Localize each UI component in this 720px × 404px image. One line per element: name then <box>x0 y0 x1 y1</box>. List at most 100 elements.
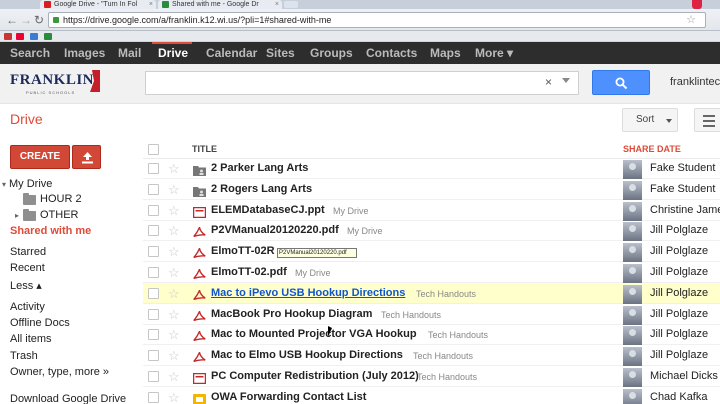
avatar <box>623 305 642 325</box>
star-icon[interactable]: ☆ <box>168 287 180 300</box>
gbar-images[interactable]: Images <box>64 42 105 64</box>
nav-shared-with-me[interactable]: Shared with me <box>10 225 91 237</box>
star-icon[interactable]: ☆ <box>168 328 180 341</box>
close-icon[interactable]: × <box>149 0 153 9</box>
file-name[interactable]: Mac to Elmo USB Hookup Directions <box>211 349 403 361</box>
search-button[interactable] <box>592 70 650 95</box>
back-icon[interactable]: ← <box>6 13 18 27</box>
file-name[interactable]: 2 Rogers Lang Arts <box>211 183 312 195</box>
nav-activity[interactable]: Activity <box>10 301 45 313</box>
gbar-calendar[interactable]: Calendar <box>206 42 257 64</box>
star-icon[interactable]: ☆ <box>168 370 180 383</box>
upload-icon <box>82 152 93 164</box>
search-options-icon[interactable] <box>562 78 570 83</box>
gbar-more[interactable]: More ▾ <box>475 42 513 64</box>
browser-tab-1[interactable]: Google Drive - "Turn In Fol × <box>40 0 156 9</box>
account-name[interactable]: franklintec <box>670 76 720 88</box>
file-name[interactable]: P2VManual20120220.pdf <box>211 224 339 236</box>
file-name[interactable]: MacBook Pro Hookup Diagram <box>211 308 372 320</box>
row-checkbox[interactable] <box>148 329 159 341</box>
ppt-file-icon <box>192 205 207 218</box>
browser-tab-strip: Google Drive - "Turn In Fol × Shared wit… <box>0 0 720 9</box>
gbar-sites[interactable]: Sites <box>266 42 295 64</box>
avatar <box>623 347 642 367</box>
file-name[interactable]: ElmoTT-02R <box>211 245 275 257</box>
select-all-checkbox[interactable] <box>148 144 159 155</box>
create-button[interactable]: CREATE <box>10 145 70 169</box>
gbar-groups[interactable]: Groups <box>310 42 353 64</box>
star-icon[interactable]: ☆ <box>168 224 180 237</box>
nav-offline-docs[interactable]: Offline Docs <box>10 317 70 329</box>
star-icon[interactable]: ☆ <box>168 391 180 404</box>
nav-starred[interactable]: Starred <box>10 246 46 258</box>
sort-button[interactable]: Sort <box>622 108 678 132</box>
row-checkbox[interactable] <box>148 225 159 237</box>
row-checkbox[interactable] <box>148 391 159 403</box>
row-checkbox[interactable] <box>148 287 159 299</box>
gbar-mail[interactable]: Mail <box>118 42 141 64</box>
bookmark-star-icon[interactable]: ☆ <box>686 13 696 26</box>
browser-tab-2[interactable]: Shared with me - Google Dr × <box>158 0 282 9</box>
address-bar[interactable]: https://drive.google.com/a/franklin.k12.… <box>48 12 706 28</box>
nav-recent[interactable]: Recent <box>10 262 45 274</box>
star-icon[interactable]: ☆ <box>168 308 180 321</box>
file-name[interactable]: Mac to iPevo USB Hookup Directions <box>211 287 405 299</box>
row-checkbox[interactable] <box>148 246 159 258</box>
owner-name: Fake Student <box>650 182 716 195</box>
search-input[interactable] <box>145 71 579 95</box>
upload-button[interactable] <box>72 145 101 169</box>
collection-label: Tech Handouts <box>416 288 477 299</box>
nav-less[interactable]: Less ▴ <box>10 279 42 292</box>
collapse-arrow-icon[interactable]: ▾ <box>2 180 6 189</box>
reload-icon[interactable]: ↻ <box>34 13 44 27</box>
bookmark-icon[interactable] <box>4 33 12 40</box>
collection-label: My Drive <box>295 268 331 278</box>
row-checkbox[interactable] <box>148 308 159 320</box>
browser-toolbar: ← → ↻ https://drive.google.com/a/frankli… <box>0 9 720 31</box>
nav-all-items[interactable]: All items <box>10 333 52 345</box>
expand-arrow-icon[interactable]: ▸ <box>15 211 19 220</box>
gbar-drive[interactable]: Drive <box>158 42 188 64</box>
bookmark-icon[interactable] <box>30 33 38 40</box>
file-name[interactable]: ELEMDatabaseCJ.ppt <box>211 204 325 216</box>
row-checkbox[interactable] <box>148 163 159 174</box>
download-drive-link[interactable]: Download Google Drive <box>10 393 126 404</box>
star-icon[interactable]: ☆ <box>168 183 180 196</box>
row-checkbox[interactable] <box>148 371 159 382</box>
row-checkbox[interactable] <box>148 183 159 195</box>
column-title[interactable]: TITLE <box>192 144 217 154</box>
avatar <box>623 201 642 221</box>
nav-trash[interactable]: Trash <box>10 350 38 362</box>
file-name[interactable]: 2 Parker Lang Arts <box>211 162 308 174</box>
list-view-button[interactable] <box>694 108 720 132</box>
file-name[interactable]: OWA Forwarding Contact List <box>211 391 366 403</box>
clear-search-icon[interactable]: × <box>545 75 552 89</box>
file-name[interactable]: Mac to Mounted Projector VGA Hookup <box>211 328 417 340</box>
nav-folder-other[interactable]: OTHER <box>40 209 79 221</box>
owner-name: Jill Polglaze <box>650 245 709 258</box>
youtube-bookmark-icon[interactable] <box>16 33 24 40</box>
gbar-maps[interactable]: Maps <box>430 42 461 64</box>
nav-owner-type-more[interactable]: Owner, type, more » <box>10 366 109 378</box>
column-share-date[interactable]: SHARE DATE <box>623 144 681 154</box>
file-name[interactable]: PC Computer Redistribution (July 2012) <box>211 370 419 382</box>
bookmark-icon[interactable] <box>44 33 52 40</box>
star-icon[interactable]: ☆ <box>168 204 180 217</box>
gbar-contacts[interactable]: Contacts <box>366 42 417 64</box>
gbar-search[interactable]: Search <box>10 42 50 64</box>
nav-my-drive[interactable]: My Drive <box>9 178 52 190</box>
star-icon[interactable]: ☆ <box>168 245 180 258</box>
profile-icon[interactable] <box>692 0 702 9</box>
star-icon[interactable]: ☆ <box>168 266 180 279</box>
star-icon[interactable]: ☆ <box>168 349 180 362</box>
row-checkbox[interactable] <box>148 204 159 216</box>
nav-folder-hour2[interactable]: HOUR 2 <box>40 193 82 205</box>
file-name[interactable]: ElmoTT-02.pdf <box>211 266 287 278</box>
row-checkbox[interactable] <box>148 350 159 362</box>
franklin-logo[interactable]: FRANKLIN PUBLIC SCHOOLS <box>10 70 102 100</box>
row-checkbox[interactable] <box>148 267 159 278</box>
star-icon[interactable]: ☆ <box>168 162 180 175</box>
new-tab-button[interactable] <box>284 1 298 8</box>
forward-icon[interactable]: → <box>20 13 32 27</box>
close-icon[interactable]: × <box>275 0 279 9</box>
